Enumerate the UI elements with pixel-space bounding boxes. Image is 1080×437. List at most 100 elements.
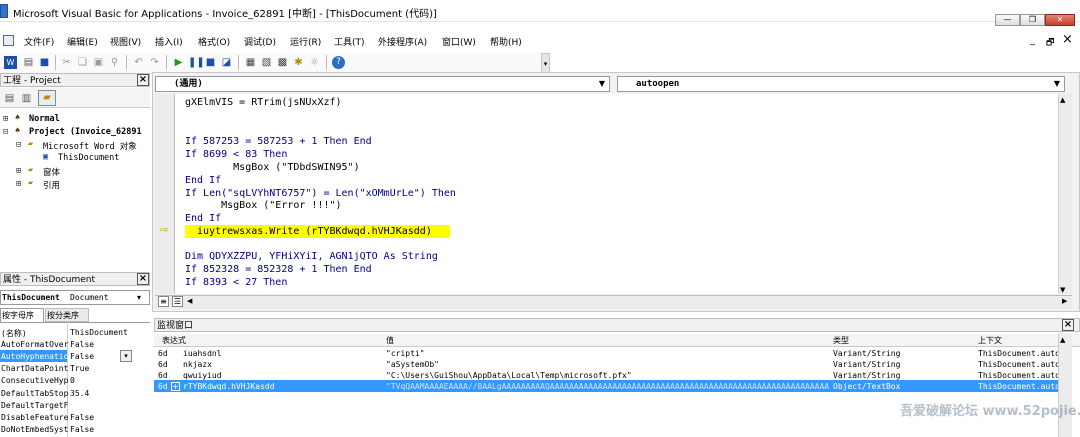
menu-run[interactable]: 运行(R) [290,35,321,48]
menu-debug[interactable]: 调试(D) [244,35,276,48]
prop-value[interactable]: 0 [70,376,75,385]
design-mode-icon[interactable]: ◪ [220,56,233,69]
column-header-context[interactable]: 上下文 [978,335,1002,346]
chevron-down-icon[interactable]: ▼ [1050,77,1064,91]
prop-value[interactable]: False [70,413,94,422]
tab-alphabetic[interactable]: 按字母序 [0,308,44,322]
view-object-icon[interactable]: ▥ [20,92,33,105]
object-combo[interactable]: (通用) [155,76,610,92]
procedure-view-icon[interactable]: ≡ [158,296,169,307]
menu-file[interactable]: 文件(F) [24,35,54,48]
chevron-down-icon[interactable]: ▼ [595,77,609,91]
prop-value[interactable]: False [70,425,94,434]
run-icon[interactable]: ▶ [172,56,185,69]
prop-value[interactable]: False [70,352,94,361]
tree-collapser-icon[interactable]: ⊟ [16,140,21,150]
margin-indicator-bar[interactable] [155,94,175,294]
tree-item-references[interactable]: 引用 [43,179,60,191]
code-line[interactable]: If 8393 < 27 Then [185,277,287,290]
tree-expander-icon[interactable]: ⊞ [3,114,8,124]
menu-addins[interactable]: 外接程序(A) [378,35,427,48]
prop-value[interactable]: True [70,364,89,373]
watch-value[interactable]: "TVqQAAMAAAAEAAAA//8AALgAAAAAAAAAQAAAAAA… [386,381,829,392]
prop-value[interactable]: False [70,340,94,349]
watch-vertical-scrollbar[interactable] [1058,333,1072,437]
tree-item-thisdocument[interactable]: ThisDocument [58,153,119,163]
inner-close-button[interactable]: × [1062,32,1073,47]
break-icon[interactable]: ❚❚ [188,56,205,69]
toolbox-icon[interactable]: ✱ [292,56,305,69]
column-header-type[interactable]: 类型 [833,335,849,346]
tree-item-word-objects[interactable]: Microsoft Word 对象 [43,140,137,152]
tree-collapser-icon[interactable]: ⊟ [3,127,8,137]
code-line[interactable]: Dim QDYXZZPU, YFHiXYiI, AGN1jQTO As Stri… [185,251,438,264]
watch-value[interactable]: "aSystemOb" [386,359,439,370]
inner-restore-button[interactable]: 🗗 [1046,35,1054,51]
inner-minimize-button[interactable]: _ [1030,35,1035,46]
tree-item-forms[interactable]: 窗体 [43,166,60,178]
column-header-value[interactable]: 值 [386,335,394,346]
help-icon[interactable]: ? [332,56,345,69]
column-header-expression[interactable]: 表达式 [162,335,186,346]
control-icon[interactable]: ☼ [308,56,321,69]
watch-value[interactable]: "cripti" [386,348,425,359]
object-browser-icon[interactable]: ▩ [276,56,289,69]
watch-expression[interactable]: nkjazx [183,359,212,370]
procedure-combo[interactable]: autoopen [617,76,1065,92]
prop-value[interactable]: ThisDocument [70,328,128,337]
reset-icon[interactable]: ■ [204,56,217,69]
tree-item-project[interactable]: Project (Invoice_62891 [29,127,142,137]
word-view-icon[interactable]: W [4,56,17,69]
view-code-icon[interactable]: ▤ [3,92,16,105]
tree-expander-icon[interactable]: ⊞ [16,166,21,176]
expand-plus-icon[interactable]: + [171,382,180,391]
code-vertical-scrollbar[interactable] [1058,94,1072,294]
copy-icon[interactable]: ❏ [76,56,89,69]
tab-categorized[interactable]: 按分类序 [45,308,89,322]
toggle-folders-icon[interactable]: ▰ [38,90,56,106]
find-icon[interactable]: ⚲ [108,56,121,69]
properties-panel-close-button[interactable]: × [137,273,149,285]
code-line[interactable]: End If [185,213,221,226]
toolbar-options-chevron-icon[interactable]: ▾ [541,53,550,73]
current-code-line[interactable]: iuytrewsxas.Write (rTYBKdwqd.hVHJKasdd) [185,226,432,239]
code-line[interactable]: If 8699 < 83 Then [185,149,287,162]
redo-icon[interactable]: ↷ [148,56,161,69]
project-panel-close-button[interactable]: × [137,74,149,86]
code-line[interactable]: If 587253 = 587253 + 1 Then End [185,136,372,149]
full-module-view-icon[interactable]: ☰ [172,296,183,307]
code-line[interactable]: End If [185,175,221,188]
paste-icon[interactable]: ▣ [92,56,105,69]
code-horizontal-scrollbar[interactable] [155,295,1072,309]
undo-icon[interactable]: ↶ [132,56,145,69]
chevron-down-icon[interactable]: ▾ [120,350,132,362]
restore-button[interactable]: ❐ [1020,14,1045,26]
code-line[interactable]: gXElmVIS = RTrim(jsNUxXzf) [185,97,342,110]
scroll-down-arrow-icon[interactable]: ▼ [1060,286,1065,294]
project-explorer-icon[interactable]: ▦ [244,56,257,69]
scroll-right-arrow-icon[interactable]: ▶ [1062,297,1067,305]
menu-view[interactable]: 视图(V) [110,35,141,48]
menu-window[interactable]: 窗口(W) [442,35,476,48]
properties-window-icon[interactable]: ▧ [260,56,273,69]
code-line[interactable]: MsgBox ("Error !!!") [185,200,341,213]
cut-icon[interactable]: ✂ [60,56,73,69]
code-line[interactable]: MsgBox ("TDbdSWIN95") [185,162,359,175]
watch-expression[interactable]: rTYBKdwqd.hVHJKasdd [183,381,275,392]
menu-edit[interactable]: 编辑(E) [67,35,98,48]
code-line[interactable]: If Len("sqLVYhNT6757") = Len("xOMmUrLe")… [185,188,456,201]
code-line[interactable]: If 852328 = 852328 + 1 Then End [185,264,372,277]
chevron-down-icon[interactable]: ▾ [137,293,141,302]
minimize-button[interactable]: — [995,14,1020,26]
code-window-icon[interactable] [3,35,14,46]
close-button[interactable]: ✕ [1045,14,1075,26]
menu-tools[interactable]: 工具(T) [334,35,365,48]
menu-format[interactable]: 格式(O) [198,35,230,48]
scroll-up-arrow-icon[interactable]: ▲ [1060,336,1065,344]
save-icon[interactable]: ■ [38,56,51,69]
tree-item-normal[interactable]: Normal [29,114,60,124]
scroll-left-arrow-icon[interactable]: ◀ [187,297,192,305]
prop-value[interactable]: 35.4 [70,389,89,398]
insert-userform-icon[interactable]: ▤ [22,56,35,69]
scroll-up-arrow-icon[interactable]: ▲ [1060,96,1065,104]
